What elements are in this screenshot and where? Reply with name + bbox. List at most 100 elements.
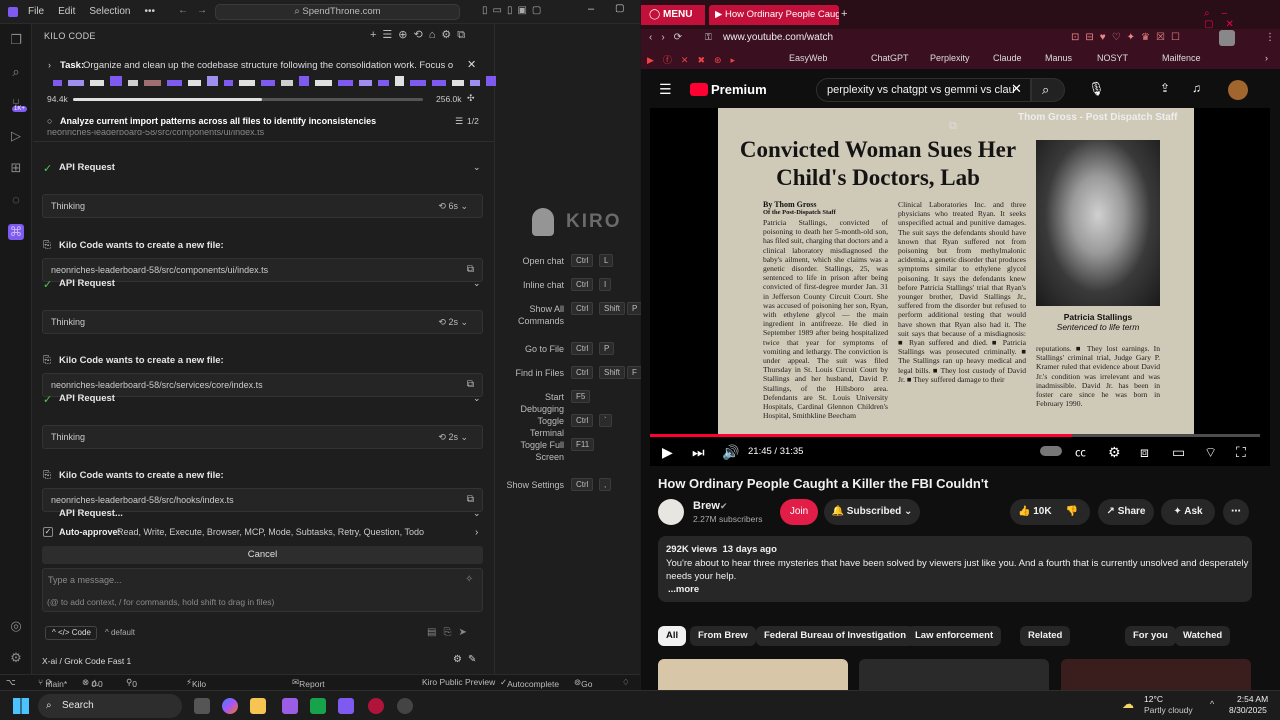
shortcut-label[interactable]: Find in Files (504, 367, 564, 379)
youtube-logo-icon[interactable] (690, 83, 708, 96)
task-close-icon[interactable]: ✕ (467, 58, 476, 71)
timeline-segment[interactable] (110, 76, 122, 86)
chat-input-action-icons[interactable]: ▤⎘➤ (427, 627, 474, 638)
command-center[interactable]: ⌕ SpendThrone.com (215, 4, 460, 20)
miniplayer-icon[interactable]: ⧉ (949, 120, 957, 133)
new-tab-icon[interactable]: + (841, 8, 847, 20)
vscode-taskbar-icon[interactable] (338, 698, 354, 714)
task-collapse-chevron-icon[interactable]: › (48, 60, 51, 70)
timeline-segment[interactable] (167, 80, 182, 86)
status-kiro-preview[interactable]: Kiro Public Preview (422, 677, 495, 687)
app-icon-5[interactable] (282, 698, 298, 714)
timeline-segment[interactable] (299, 76, 309, 86)
more-actions-button[interactable]: ⋯ (1223, 499, 1249, 525)
timeline-segment[interactable] (281, 80, 293, 86)
app-icon-9[interactable] (397, 698, 413, 714)
timeline-segment[interactable] (395, 76, 404, 86)
upload-icon[interactable]: ⇪ (1160, 81, 1170, 95)
timeline-segment[interactable] (261, 80, 275, 86)
shortcut-label[interactable]: Open chat (504, 255, 564, 267)
menu-edit[interactable]: Edit (58, 6, 75, 17)
run-debug-icon[interactable]: ▷ (8, 128, 24, 144)
clock-date[interactable]: 8/30/2025 (1229, 705, 1267, 715)
auto-approve-row[interactable]: ✓ Auto-approve: Read, Write, Execute, Br… (43, 527, 486, 543)
account-icon[interactable]: ◎ (8, 618, 24, 634)
more-menu-icon[interactable]: ••• (145, 6, 156, 17)
chip-3[interactable]: Law enforcement (907, 626, 1002, 646)
taskbar-search[interactable]: ⌕ Search (38, 694, 182, 718)
more-options-icon[interactable]: ⋮ (1265, 32, 1275, 43)
timeline-segment[interactable] (68, 80, 84, 86)
channel-name[interactable]: Brew (693, 500, 720, 512)
shortcut-label[interactable]: Inline chat (504, 279, 564, 291)
theater-mode-icon[interactable]: ▭ (1172, 444, 1185, 461)
video-player[interactable]: Thom Gross - Post Dispatch Staff ⧉ Convi… (650, 108, 1270, 466)
search-button[interactable]: ⌕ (1031, 78, 1065, 102)
extension-icons[interactable]: ⊡⊟♥♡✦♛☒☐ (1071, 32, 1186, 43)
kiro-ghost-icon[interactable]: ◌ (8, 192, 24, 208)
bookmark-claude[interactable]: Claude (993, 53, 1022, 63)
condense-context-icon[interactable]: ✣ (467, 93, 475, 104)
timeline-segment[interactable] (207, 76, 218, 86)
extensions-icon[interactable]: ⊞ (8, 160, 24, 176)
status-ports[interactable]: ⚲ 0 (126, 677, 137, 689)
timeline-segment[interactable] (410, 80, 426, 86)
timeline-segment[interactable] (432, 80, 446, 86)
status-kilo-inline[interactable]: ⚡ Kilo Inline Assist ($0.00) (186, 677, 219, 719)
cast-icon[interactable]: ⌔ (1204, 444, 1217, 462)
show-more-link[interactable]: ...more (668, 584, 699, 595)
status-report-bug[interactable]: ✉ Report a bug / Suggest an idea (292, 677, 330, 719)
chip-0[interactable]: All (658, 626, 687, 646)
shortcut-label[interactable]: Show All Commands (504, 303, 564, 327)
menu-file[interactable]: File (28, 6, 44, 17)
model-action-icons[interactable]: ⚙✎ (453, 654, 482, 665)
auto-approve-chevron-icon[interactable]: › (475, 527, 478, 538)
share-button[interactable]: ↗ Share (1098, 499, 1154, 525)
description-box[interactable]: 292K views 13 days ago You're about to h… (658, 536, 1252, 602)
like-dislike-button[interactable]: 👍 10K 👎 (1010, 499, 1090, 525)
weather-text[interactable]: Partly cloudy (1144, 705, 1193, 715)
timeline-segment[interactable] (359, 80, 372, 86)
timeline-segment[interactable] (470, 80, 480, 86)
shortcut-label[interactable]: Toggle Terminal (504, 415, 564, 439)
file-explorer-icon[interactable] (250, 698, 266, 714)
timeline-segment[interactable] (378, 80, 389, 86)
next-icon[interactable]: ⏭ (692, 444, 705, 461)
timeline-segment[interactable] (338, 80, 353, 86)
timeline-segment[interactable] (315, 80, 332, 86)
bookmark-mailfence[interactable]: Mailfence (1162, 53, 1201, 63)
shortcut-label[interactable]: Toggle Full Screen (504, 439, 564, 463)
join-button[interactable]: Join (780, 499, 818, 525)
chip-1[interactable]: From Brew (690, 626, 756, 646)
notifications-icon[interactable]: ♫ (1192, 81, 1201, 95)
notifications-bell-icon[interactable]: ♢ (622, 677, 630, 688)
weather-temp[interactable]: 12°C (1144, 694, 1163, 704)
chip-2[interactable]: Federal Bureau of Investigation (756, 626, 914, 646)
shortcut-label[interactable]: Start Debugging (504, 391, 564, 415)
timeline-segment[interactable] (90, 80, 104, 86)
profile-selector[interactable]: ^ default (105, 628, 135, 637)
thinking-box[interactable]: Thinking ⟲ 6s ⌄ (42, 194, 483, 218)
address-bar[interactable]: www.youtube.com/watch (723, 32, 833, 43)
expand-chevron-icon[interactable]: ⌄ (473, 508, 481, 519)
captions-icon[interactable]: ㏄ (1075, 444, 1086, 460)
bookmark-manus[interactable]: Manus (1045, 53, 1072, 63)
fullscreen-icon[interactable]: ⛶ (1236, 444, 1246, 461)
window-controls-icons[interactable]: ⌕–▢✕ (1204, 8, 1280, 30)
shortcut-label[interactable]: Show Settings (504, 479, 564, 491)
status-problems[interactable]: ⊗ 0 △ 0 (82, 677, 103, 689)
thinking-box[interactable]: Thinking ⟲ 2s ⌄ (42, 310, 483, 334)
search-input[interactable]: perplexity vs chatgpt vs gemmi vs clau (816, 78, 1031, 102)
minimize-icon[interactable]: – (588, 3, 594, 15)
menu-selection[interactable]: Selection (89, 6, 130, 17)
layout-toggle-icons[interactable]: ▯▭▯▣▢ (482, 5, 546, 16)
thumbnail-2[interactable] (859, 659, 1049, 690)
clock-time[interactable]: 2:54 AM (1237, 694, 1268, 704)
timeline-segment[interactable] (452, 80, 464, 86)
auto-approve-checkbox[interactable]: ✓ (43, 527, 53, 537)
volume-icon[interactable]: 🔊 (722, 444, 739, 461)
expand-chevron-icon[interactable]: ⌄ (473, 162, 481, 173)
thinking-box[interactable]: Thinking ⟲ 2s ⌄ (42, 425, 483, 449)
chip-5[interactable]: For you (1125, 626, 1176, 646)
explorer-icon[interactable]: ❐ (8, 32, 24, 48)
